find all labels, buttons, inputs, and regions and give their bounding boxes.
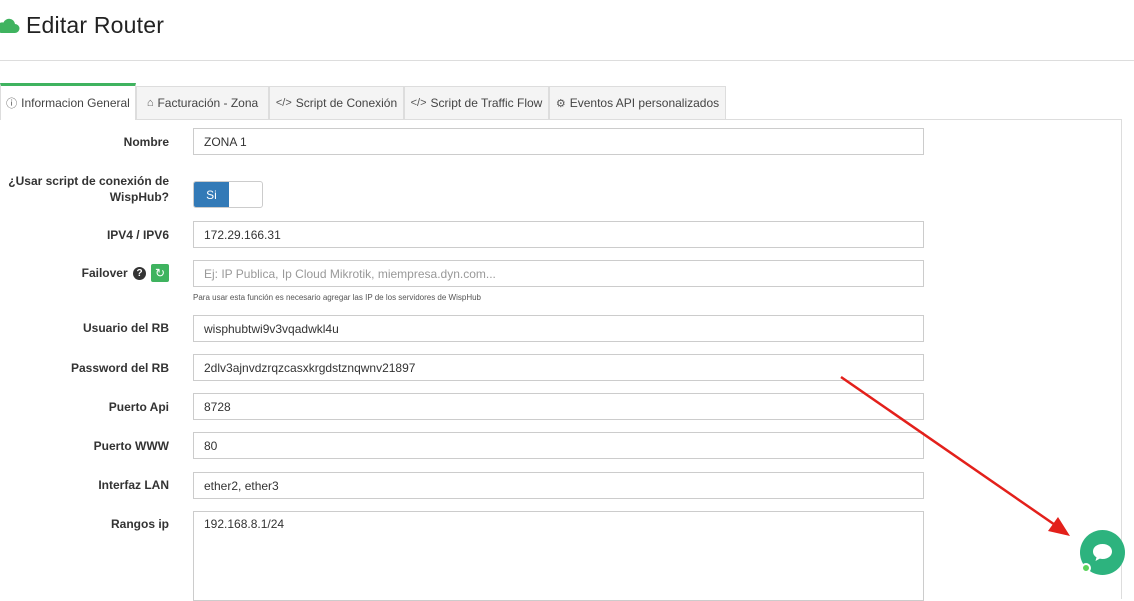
rangos-ip-label: Rangos ip	[110, 517, 169, 531]
gear-icon: ⚙	[555, 97, 566, 110]
puerto-api-field[interactable]	[193, 393, 924, 420]
usuario-label: Usuario del RB	[82, 321, 169, 335]
puerto-api-label: Puerto Api	[108, 400, 169, 414]
toggle-on-label: Si	[194, 182, 229, 207]
nombre-field[interactable]	[193, 128, 924, 155]
tab-facturacion-zona[interactable]: ⌂ Facturación - Zona	[136, 86, 269, 119]
interfaz-lan-label: Interfaz LAN	[98, 478, 169, 492]
password-label: Password del RB	[70, 361, 169, 375]
puerto-www-field[interactable]	[193, 432, 924, 459]
tab-label: Script de Traffic Flow	[430, 96, 543, 110]
page-title: Editar Router	[26, 12, 165, 38]
failover-label: Failover ?	[82, 265, 146, 281]
tab-label: Informacion General	[21, 96, 130, 110]
usar-script-toggle[interactable]: Si	[193, 181, 263, 208]
tab-informacion-general[interactable]: ⓘ Informacion General	[0, 83, 136, 120]
usuario-field[interactable]	[193, 315, 924, 342]
puerto-www-label: Puerto WWW	[93, 439, 169, 453]
tab-label: Eventos API personalizados	[569, 96, 720, 110]
usar-script-label: ¿Usar script de conexión de WispHub?	[8, 173, 169, 205]
interfaz-lan-field[interactable]	[193, 472, 924, 499]
home-icon: ⌂	[146, 97, 154, 109]
question-icon[interactable]: ?	[133, 267, 146, 281]
ip-label: IPV4 / IPV6	[106, 228, 169, 242]
password-field[interactable]	[193, 354, 924, 381]
refresh-icon[interactable]: ↻	[151, 264, 169, 282]
failover-help-text: Para usar esta función es necesario agre…	[193, 293, 482, 302]
ip-field[interactable]	[193, 221, 924, 248]
page-header: Editar Router	[0, 0, 1134, 61]
tab-script-conexion[interactable]: </> Script de Conexión	[269, 86, 404, 119]
code-icon: </>	[410, 97, 427, 109]
tab-bar: ⓘ Informacion General ⌂ Facturación - Zo…	[0, 83, 1134, 120]
usar-script-label-line2: WispHub?	[109, 190, 169, 204]
tab-label: Facturación - Zona	[157, 96, 259, 110]
failover-field[interactable]	[193, 260, 924, 287]
code-icon: </>	[275, 97, 292, 109]
rangos-ip-field[interactable]: 192.168.8.1/24	[193, 511, 924, 601]
tab-label: Script de Conexión	[295, 96, 398, 110]
failover-label-text: Failover	[81, 266, 128, 280]
info-circle-icon: ⓘ	[6, 98, 18, 110]
tab-script-traffic-flow[interactable]: </> Script de Traffic Flow	[404, 86, 549, 119]
online-status-indicator	[1081, 563, 1091, 573]
cloud-icon	[0, 18, 20, 33]
usar-script-label-line1: ¿Usar script de conexión de	[8, 174, 169, 188]
tab-eventos-api[interactable]: ⚙ Eventos API personalizados	[549, 86, 726, 119]
nombre-label: Nombre	[123, 135, 169, 149]
